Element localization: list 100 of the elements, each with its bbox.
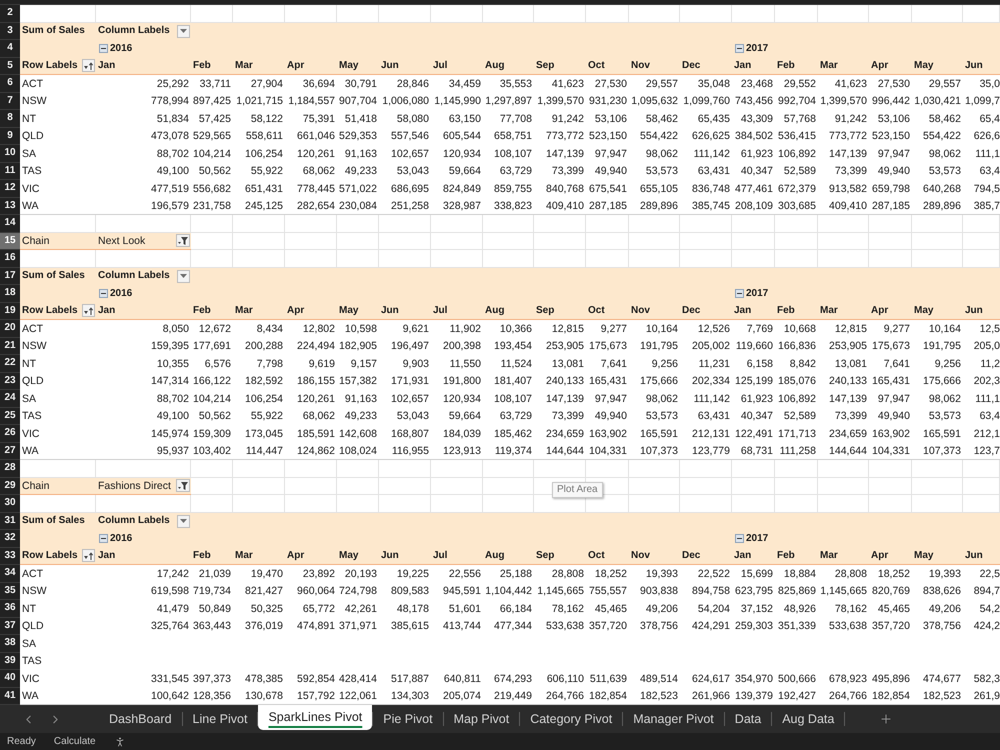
row-header[interactable]: 32 [0,530,20,548]
empty-cell[interactable] [233,215,285,232]
empty-cell[interactable] [732,460,775,478]
empty-cell[interactable] [912,460,963,478]
empty-cell[interactable] [483,478,534,495]
empty-cell[interactable] [483,460,534,478]
empty-cell[interactable] [818,460,869,478]
empty-cell[interactable] [379,215,431,232]
empty-cell[interactable] [431,478,483,495]
dropdown-button[interactable] [177,24,190,38]
sheet-tab[interactable]: Aug Data [772,705,844,733]
row-header[interactable]: 31 [0,512,20,530]
sheet-tab[interactable]: SparkLines Pivot [258,705,372,730]
dropdown-button[interactable] [177,514,190,528]
empty-cell[interactable] [534,460,586,478]
empty-cell[interactable] [337,232,379,250]
row-header[interactable]: 22 [0,355,20,372]
empty-cell[interactable] [775,460,818,478]
sheet-tab[interactable]: DashBoard [99,705,182,733]
row-header[interactable]: 16 [0,250,20,268]
row-header[interactable]: 15 [0,232,20,250]
empty-cell[interactable] [431,215,483,232]
sheet-tab[interactable]: Data [724,705,772,733]
row-header[interactable]: 33 [0,548,20,565]
collapse-icon[interactable] [99,534,108,544]
empty-cell[interactable] [818,478,869,495]
row-header[interactable]: 36 [0,600,20,618]
empty-cell[interactable] [191,215,233,232]
row-header[interactable]: 27 [0,442,20,460]
empty-cell[interactable] [586,232,629,250]
row-header[interactable]: 14 [0,215,20,232]
row-header[interactable]: 9 [0,128,20,145]
row-header[interactable]: 11 [0,162,20,180]
empty-cell[interactable] [379,460,431,478]
empty-cell[interactable] [775,215,818,232]
sheet-tab[interactable]: Category Pivot [520,705,622,733]
empty-cell[interactable] [818,215,869,232]
empty-cell[interactable] [379,478,431,495]
row-header[interactable]: 18 [0,285,20,302]
row-header[interactable]: 25 [0,408,20,425]
row-header[interactable]: 19 [0,302,20,320]
row-header[interactable]: 26 [0,425,20,442]
sheet-tab[interactable]: Manager Pivot [623,705,724,733]
empty-cell[interactable] [912,215,963,232]
empty-cell[interactable] [732,478,775,495]
empty-cell[interactable] [732,215,775,232]
empty-cell[interactable] [680,460,732,478]
empty-cell[interactable] [869,215,912,232]
empty-cell[interactable] [680,478,732,495]
row-header[interactable]: 8 [0,110,20,128]
sheet-tab[interactable]: Map Pivot [444,705,520,733]
row-header[interactable]: 21 [0,338,20,355]
empty-cell[interactable] [869,232,912,250]
sheet-tab[interactable]: Pie Pivot [373,705,443,733]
sort-filter-button[interactable] [82,549,95,562]
sort-filter-button[interactable] [82,59,95,72]
row-header[interactable]: 30 [0,495,20,512]
collapse-icon[interactable] [735,534,744,544]
row-header[interactable]: 4 [0,40,20,58]
collapse-icon[interactable] [99,44,108,54]
empty-cell[interactable] [285,215,337,232]
dropdown-button[interactable] [177,270,190,283]
empty-cell[interactable] [431,232,483,250]
empty-cell[interactable] [869,478,912,495]
empty-cell[interactable] [337,478,379,495]
sheet-tab[interactable]: Line Pivot [182,705,258,733]
row-header[interactable]: 28 [0,460,20,478]
empty-cell[interactable] [337,215,379,232]
row-header[interactable]: 40 [0,670,20,688]
row-header[interactable]: 39 [0,652,20,670]
row-header[interactable]: 23 [0,372,20,390]
empty-cell[interactable] [586,460,629,478]
row-header[interactable]: 20 [0,320,20,338]
empty-cell[interactable] [732,232,775,250]
empty-cell[interactable] [963,478,1000,495]
empty-cell[interactable] [534,215,586,232]
person-icon[interactable] [114,736,126,748]
empty-cell[interactable] [629,215,680,232]
empty-cell[interactable] [586,215,629,232]
filter-button[interactable] [176,234,190,248]
empty-cell[interactable] [431,460,483,478]
row-header[interactable]: 37 [0,618,20,635]
row-header[interactable]: 24 [0,390,20,408]
row-header[interactable]: 12 [0,180,20,198]
row-header[interactable]: 6 [0,75,20,92]
add-sheet-icon[interactable] [879,712,894,726]
empty-cell[interactable] [680,215,732,232]
row-header[interactable]: 5 [0,58,20,75]
filter-button[interactable] [176,479,190,492]
row-header[interactable]: 38 [0,635,20,652]
collapse-icon[interactable] [99,289,108,298]
empty-cell[interactable] [680,232,732,250]
empty-cell[interactable] [963,460,1000,478]
row-header[interactable]: 34 [0,565,20,582]
empty-cell[interactable] [233,460,285,478]
row-header[interactable]: 29 [0,478,20,495]
empty-cell[interactable] [629,478,680,495]
empty-cell[interactable] [233,232,285,250]
empty-cell[interactable] [629,460,680,478]
empty-cell[interactable] [379,232,431,250]
